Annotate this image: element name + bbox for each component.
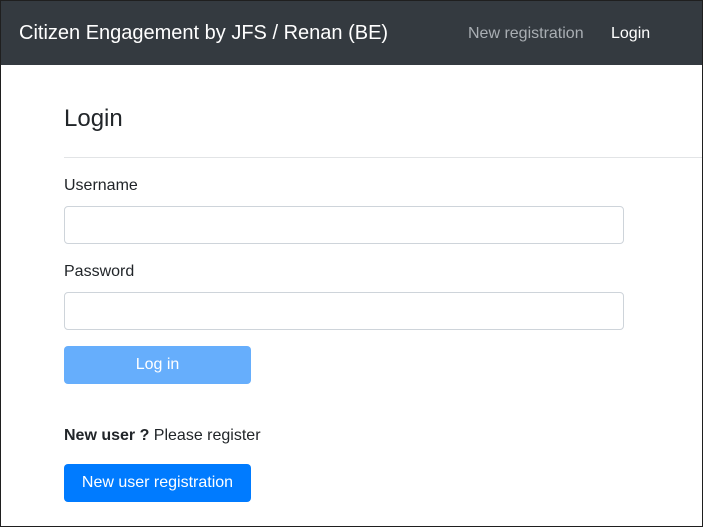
navbar-brand[interactable]: Citizen Engagement by JFS / Renan (BE) (19, 19, 388, 47)
username-input[interactable] (64, 206, 624, 244)
new-user-prompt: New user ? Please register (64, 426, 261, 446)
username-label: Username (64, 177, 138, 194)
new-user-registration-button[interactable]: New user registration (64, 464, 251, 502)
password-label: Password (64, 263, 135, 280)
page-title: Login (64, 105, 123, 132)
password-input[interactable] (64, 292, 624, 330)
nav-link-login[interactable]: Login (611, 23, 650, 45)
new-user-prompt-bold: New user ? (64, 427, 150, 444)
nav-link-new-registration[interactable]: New registration (468, 23, 584, 45)
title-divider (64, 157, 703, 158)
new-user-prompt-text: Please register (149, 427, 261, 444)
top-navbar: Citizen Engagement by JFS / Renan (BE) N… (0, 0, 703, 65)
login-button[interactable]: Log in (64, 346, 251, 384)
